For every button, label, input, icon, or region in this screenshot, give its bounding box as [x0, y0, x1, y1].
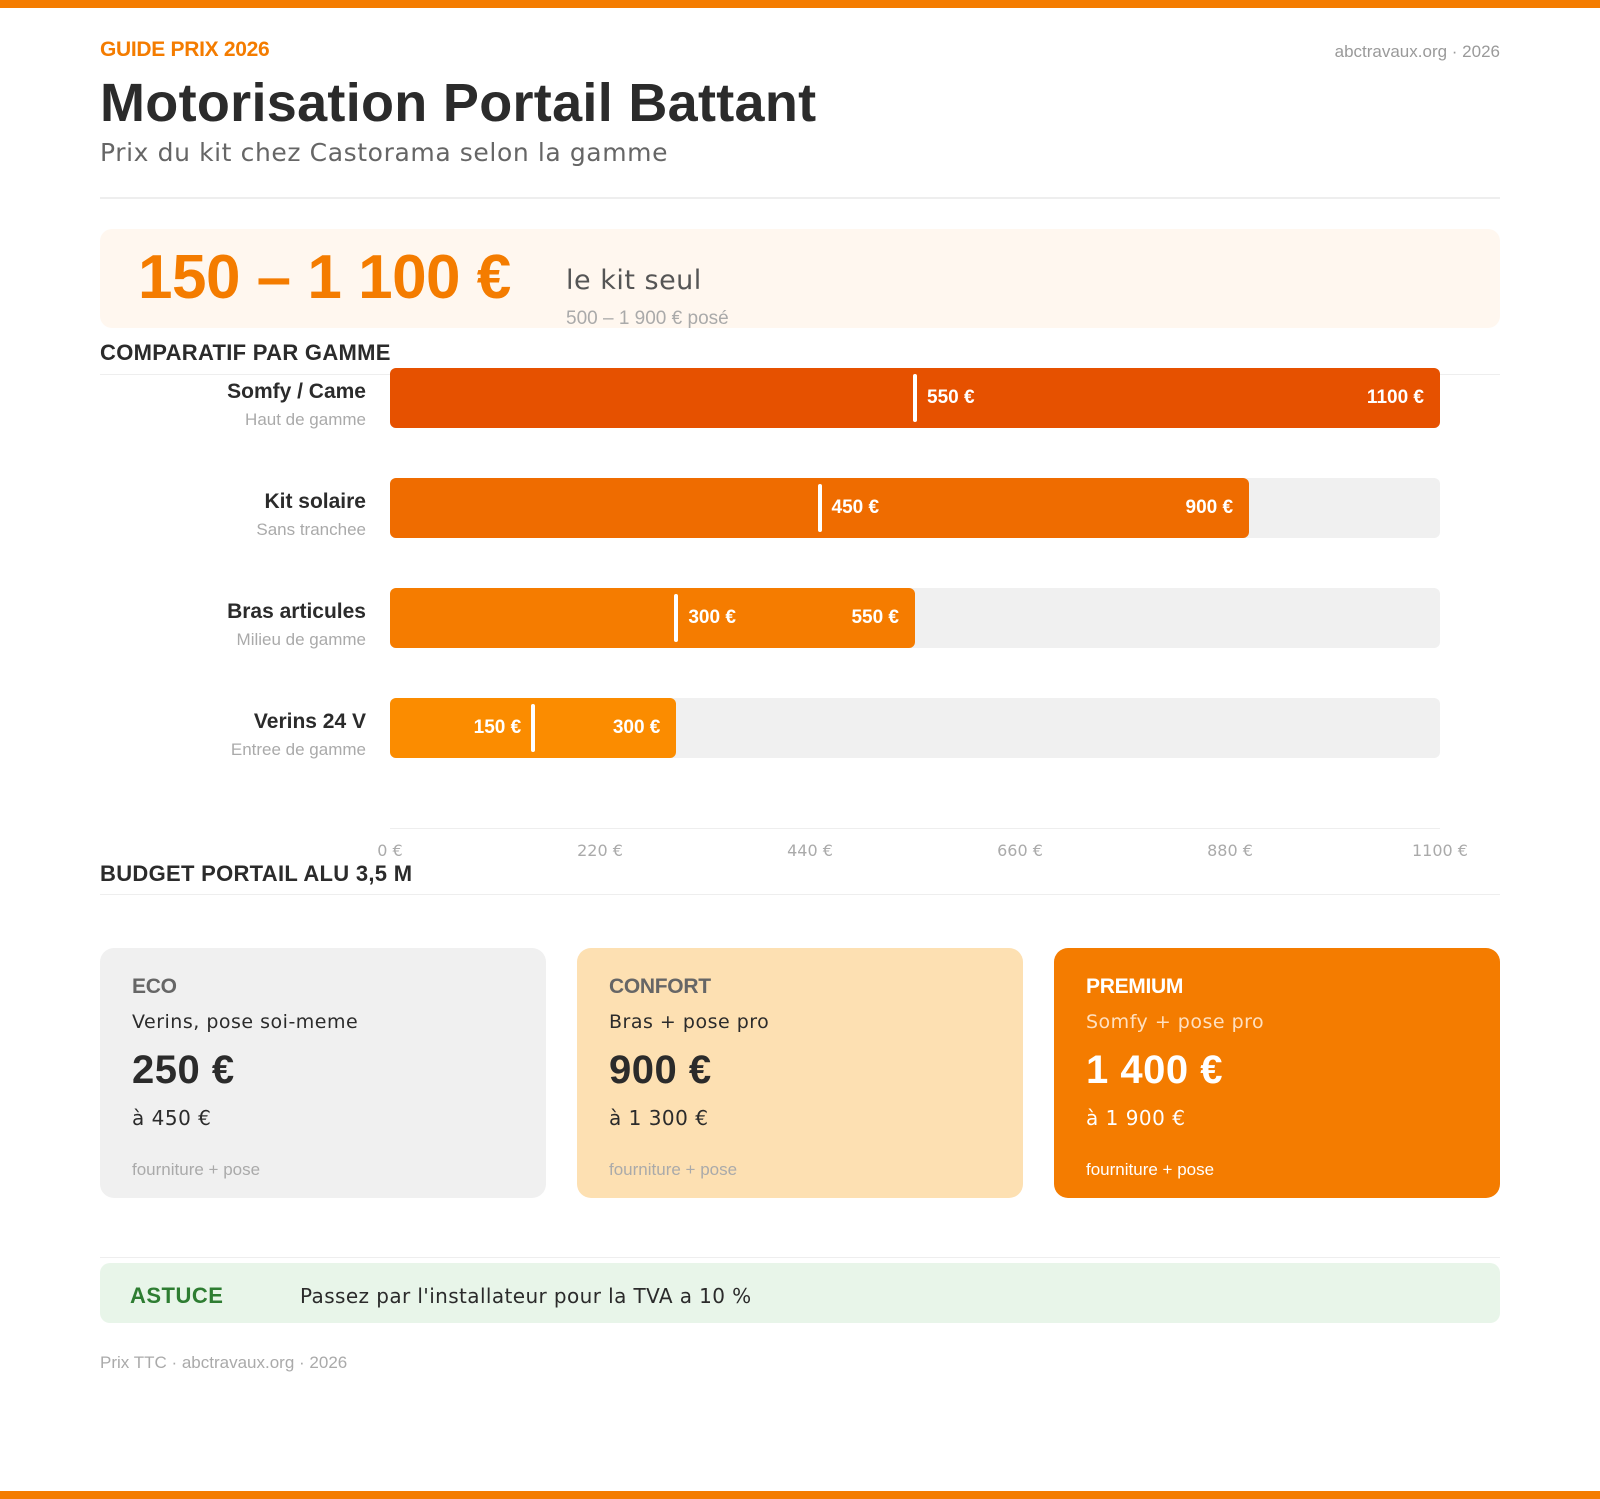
x-axis-tick-label: 220 €	[577, 841, 623, 860]
tip-label: ASTUCE	[130, 1283, 224, 1308]
budget-section-divider	[100, 894, 1500, 895]
card-price: 900 €	[609, 1048, 712, 1092]
min-price-label: 300 €	[688, 607, 736, 628]
bottom-accent-bar	[0, 1491, 1600, 1499]
top-accent-bar	[0, 0, 1600, 8]
card-price-max: à 1 300 €	[609, 1106, 709, 1130]
card-price-max: à 1 900 €	[1086, 1106, 1186, 1130]
category-name: Somfy / Came	[227, 380, 366, 403]
budget-card-confort: CONFORT Bras + pose pro 900 € à 1 300 € …	[577, 948, 1023, 1198]
category-name: Kit solaire	[264, 490, 366, 513]
price-range-value: 150 – 1 100 €	[138, 243, 511, 312]
x-axis-tick-label: 440 €	[787, 841, 833, 860]
card-description: Bras + pose pro	[609, 1011, 770, 1033]
category-subtitle: Sans tranchee	[256, 520, 366, 539]
card-note: fourniture + pose	[609, 1160, 738, 1179]
card-tier: ECO	[132, 975, 177, 998]
card-note: fourniture + pose	[132, 1160, 261, 1179]
card-price: 250 €	[132, 1048, 235, 1092]
card-price-max: à 450 €	[132, 1106, 212, 1130]
range-bar	[390, 588, 915, 648]
header-divider	[100, 197, 1500, 199]
budget-section-title: BUDGET PORTAIL ALU 3,5 M	[100, 861, 413, 886]
card-description: Somfy + pose pro	[1086, 1011, 1265, 1033]
card-price: 1 400 €	[1086, 1048, 1223, 1092]
budget-card-eco: ECO Verins, pose soi-meme 250 € à 450 € …	[100, 948, 546, 1198]
card-tier: CONFORT	[609, 975, 711, 998]
min-price-marker	[817, 484, 822, 532]
category-subtitle: Milieu de gamme	[236, 630, 366, 649]
min-price-label: 550 €	[927, 387, 975, 408]
max-price-label: 1100 €	[1366, 387, 1424, 408]
footer-source: Prix TTC · abctravaux.org · 2026	[100, 1353, 348, 1372]
max-price-label: 900 €	[1185, 497, 1234, 518]
card-description: Verins, pose soi-meme	[132, 1011, 359, 1033]
category-subtitle: Haut de gamme	[245, 410, 366, 429]
category-subtitle: Entree de gamme	[230, 740, 366, 759]
price-range-posed: 500 – 1 900 € posé	[566, 308, 729, 329]
x-axis-tick-label: 880 €	[1207, 841, 1253, 860]
min-price-marker	[531, 704, 536, 752]
budget-card-premium: PREMIUM Somfy + pose pro 1 400 € à 1 900…	[1054, 948, 1500, 1198]
comparison-section-title: COMPARATIF PAR GAMME	[100, 340, 391, 365]
x-axis-tick-label: 660 €	[997, 841, 1043, 860]
category-name: Verins 24 V	[253, 710, 366, 733]
price-range-label: le kit seul	[566, 265, 702, 296]
min-price-marker	[674, 594, 679, 642]
category-name: Bras articules	[227, 600, 366, 623]
card-note: fourniture + pose	[1086, 1160, 1215, 1179]
max-price-label: 300 €	[612, 717, 661, 738]
x-axis-tick-label: 1100 €	[1412, 841, 1468, 860]
min-price-marker	[913, 374, 917, 422]
card-tier: PREMIUM	[1086, 975, 1184, 998]
min-price-label: 150 €	[473, 717, 522, 738]
page-subtitle: Prix du kit chez Castorama selon la gamm…	[100, 138, 669, 167]
max-price-label: 550 €	[851, 607, 899, 628]
tip-text: Passez par l'installateur pour la TVA a …	[300, 1284, 752, 1308]
x-axis-line	[390, 828, 1440, 829]
x-axis-tick-label: 0 €	[377, 841, 403, 860]
eyebrow-label: GUIDE PRIX 2026	[100, 38, 270, 61]
tip-divider	[100, 1257, 1500, 1258]
source-label: abctravaux.org · 2026	[1334, 42, 1500, 61]
page-title: Motorisation Portail Battant	[100, 73, 817, 133]
min-price-label: 450 €	[831, 497, 880, 518]
